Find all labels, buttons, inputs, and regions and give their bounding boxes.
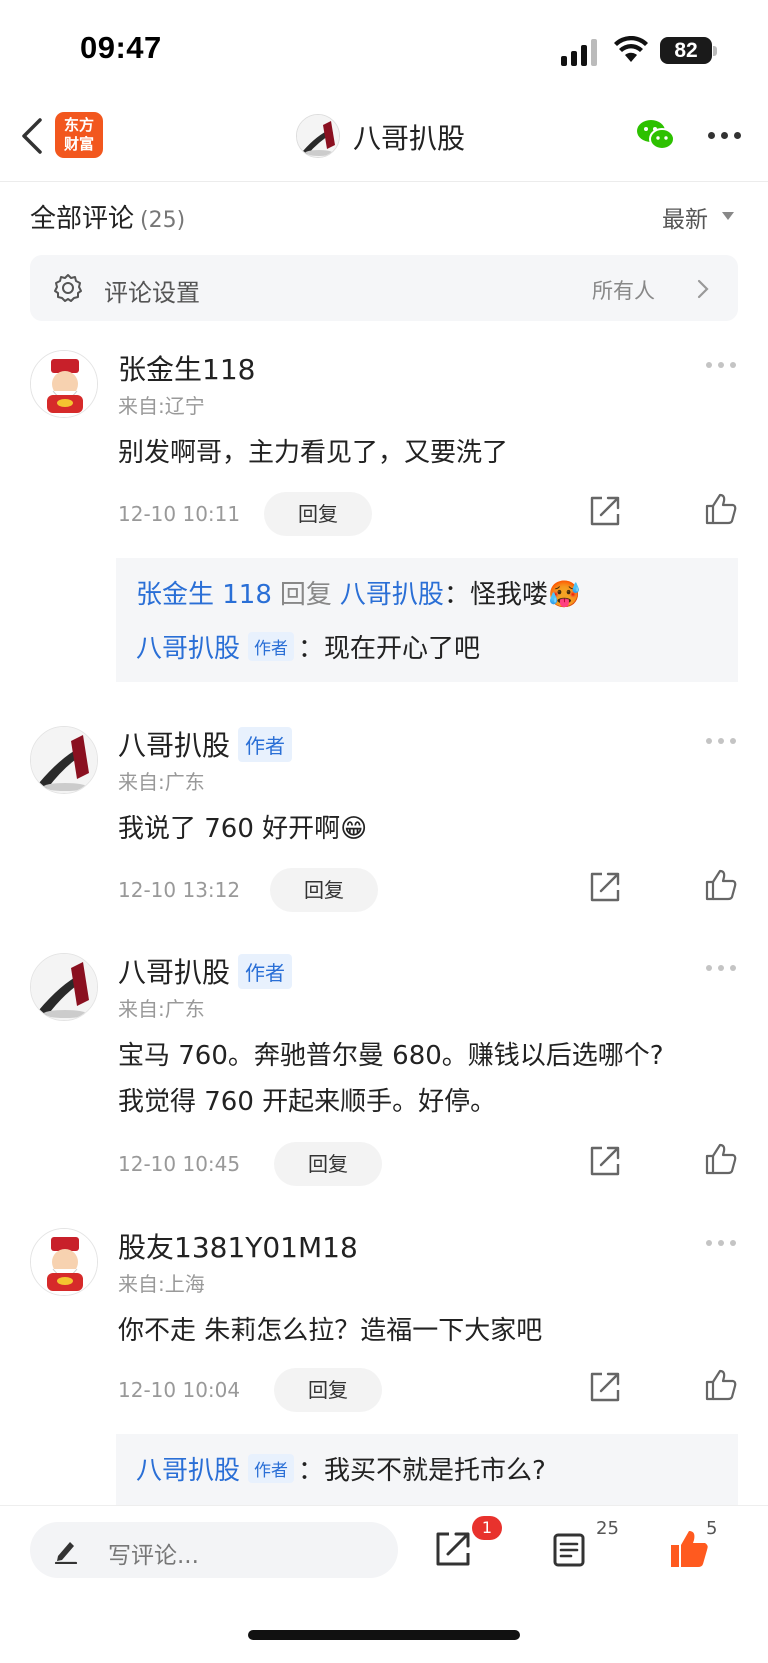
author-tag: 作者: [238, 953, 293, 989]
comment-location: 来自:广东: [118, 770, 205, 794]
comment-more-icon[interactable]: [706, 362, 738, 368]
wifi-icon: [614, 36, 648, 62]
share-icon[interactable]: [588, 870, 622, 904]
author-tag: 作者: [248, 1454, 295, 1483]
comment-header: 八哥扒股 作者: [118, 724, 293, 764]
reply-to[interactable]: 八哥扒股: [340, 574, 444, 611]
reply-text: 怪我喽🥵: [469, 580, 581, 610]
user-avatar[interactable]: [30, 350, 98, 418]
comment-header: 八哥扒股 作者: [118, 951, 293, 991]
reply-line[interactable]: 八哥扒股 作者 ： 现在开心了吧: [136, 628, 480, 665]
reply-text: 我买不就是托市么?: [324, 1456, 546, 1486]
reply-thread: 张金生 118 回复 八哥扒股 ： 怪我喽🥵 八哥扒股 作者 ： 现在开心了吧: [116, 558, 738, 682]
comment-location: 来自:广东: [118, 997, 205, 1021]
comment-username[interactable]: 八哥扒股: [118, 951, 230, 991]
comments-header: 全部评论 (25): [30, 198, 185, 235]
status-time: 09:47: [80, 30, 162, 65]
comment-username[interactable]: 股友1381Y01M18: [118, 1226, 358, 1266]
comments-count: (25): [140, 208, 186, 233]
comment-header: 张金生118: [118, 350, 255, 386]
battery-indicator: 82: [660, 37, 712, 64]
comment-more-icon[interactable]: [706, 1240, 738, 1246]
reply-button[interactable]: 回复: [270, 868, 378, 912]
share-badge: 1: [472, 1516, 502, 1540]
like-count: 5: [706, 1518, 718, 1539]
comment-username[interactable]: 八哥扒股: [118, 724, 230, 764]
comment-username[interactable]: 张金生118: [118, 348, 255, 388]
share-icon[interactable]: [434, 1530, 472, 1568]
comment-list-icon[interactable]: [552, 1532, 586, 1568]
reply-from[interactable]: 八哥扒股: [136, 628, 240, 665]
reply-button[interactable]: 回复: [274, 1368, 382, 1412]
reply-button[interactable]: 回复: [274, 1142, 382, 1186]
pencil-icon: [54, 1542, 78, 1564]
comment-text: 别发啊哥，主力看见了，又要洗了: [118, 438, 509, 468]
gear-icon: [54, 274, 82, 302]
share-icon[interactable]: [588, 1370, 622, 1404]
reply-separator: ：: [443, 580, 470, 610]
wechat-share-icon[interactable]: [636, 118, 676, 152]
comment-timestamp: 12-10 10:04: [118, 1378, 241, 1402]
like-icon[interactable]: [704, 1368, 738, 1402]
like-icon[interactable]: [704, 492, 738, 526]
comment-text: 我说了 760 好开啊😁: [118, 814, 368, 844]
share-icon[interactable]: [588, 494, 622, 528]
more-options-icon[interactable]: [708, 132, 744, 140]
comment-timestamp: 12-10 13:12: [118, 878, 241, 902]
comments-title: 全部评论: [30, 204, 135, 234]
app-logo[interactable]: 东方 财富: [55, 112, 103, 158]
thumbs-up-filled-icon[interactable]: [668, 1528, 710, 1570]
share-icon[interactable]: [588, 1144, 622, 1178]
reply-separator: ：: [298, 634, 325, 664]
chevron-right-icon: [697, 279, 709, 299]
comment-settings-row[interactable]: 评论设置 所有人: [30, 255, 738, 321]
reply-text: 现在开心了吧: [324, 634, 481, 664]
user-avatar[interactable]: [30, 726, 98, 794]
sort-dropdown[interactable]: 最新: [662, 200, 708, 234]
write-comment-placeholder: 写评论...: [108, 1543, 199, 1569]
reply-from[interactable]: 八哥扒股: [136, 1450, 240, 1487]
comment-more-icon[interactable]: [706, 738, 738, 744]
comment-count: 25: [596, 1518, 619, 1539]
comment-text: 宝马 760。奔驰普尔曼 680。赚钱以后选哪个? 我觉得 760 开起来顺手。…: [118, 1033, 738, 1125]
comment-header: 股友1381Y01M18: [118, 1228, 358, 1264]
caret-down-icon[interactable]: [722, 212, 734, 220]
comment-timestamp: 12-10 10:11: [118, 502, 241, 526]
comment-location: 来自:上海: [118, 1272, 205, 1296]
author-avatar[interactable]: [296, 114, 340, 158]
reply-from[interactable]: 张金生 118: [136, 574, 272, 611]
nav-title: 八哥扒股: [353, 122, 466, 155]
app-logo-line1: 东方: [63, 116, 94, 134]
like-icon[interactable]: [704, 1142, 738, 1176]
user-avatar[interactable]: [30, 953, 98, 1021]
cellular-signal-icon: [561, 38, 597, 66]
home-indicator[interactable]: [248, 1630, 520, 1640]
reply-thread: 八哥扒股 作者 ： 我买不就是托市么?: [116, 1434, 738, 1506]
comment-more-icon[interactable]: [706, 965, 738, 971]
comment-text-line: 我觉得 760 开起来顺手。好停。: [118, 1087, 497, 1117]
reply-line[interactable]: 八哥扒股 作者 ： 我买不就是托市么?: [136, 1450, 546, 1487]
nav-bar: 东方 财富 八哥扒股: [0, 100, 768, 182]
battery-cap: [713, 46, 717, 56]
reply-line[interactable]: 张金生 118 回复 八哥扒股 ： 怪我喽🥵: [136, 574, 580, 611]
reply-verb: 回复: [279, 580, 332, 610]
app-logo-line2: 财富: [63, 135, 94, 153]
write-comment-input[interactable]: 写评论...: [30, 1522, 398, 1578]
settings-label: 评论设置: [104, 279, 200, 307]
comment-location: 来自:辽宁: [118, 394, 205, 418]
author-tag: 作者: [248, 632, 295, 661]
settings-value: 所有人: [592, 279, 655, 303]
comment-text-line: 宝马 760。奔驰普尔曼 680。赚钱以后选哪个?: [118, 1041, 664, 1071]
reply-button[interactable]: 回复: [264, 492, 372, 536]
user-avatar[interactable]: [30, 1228, 98, 1296]
reply-separator: ：: [298, 1456, 325, 1486]
comment-text: 你不走 朱莉怎么拉？造福一下大家吧: [118, 1316, 543, 1346]
back-arrow-icon[interactable]: [18, 116, 48, 156]
comment-timestamp: 12-10 10:45: [118, 1152, 241, 1176]
author-tag: 作者: [238, 726, 293, 762]
status-bar: 09:47 82: [0, 0, 768, 100]
like-icon[interactable]: [704, 868, 738, 902]
